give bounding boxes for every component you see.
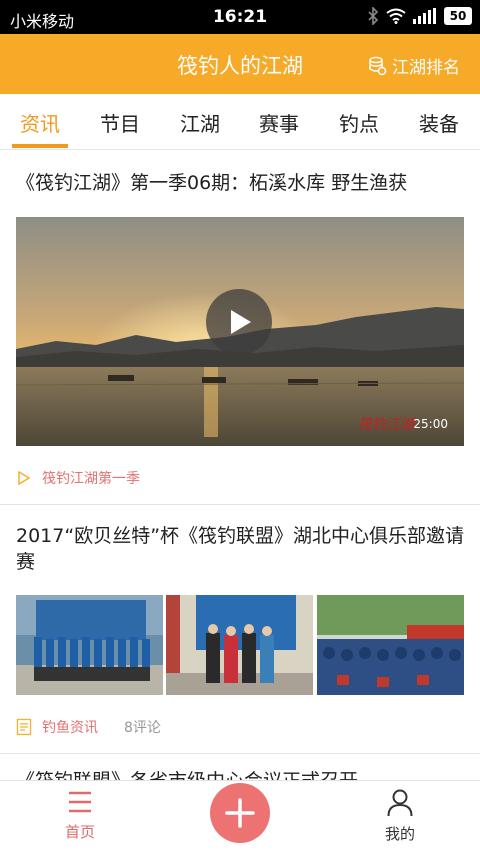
article-title[interactable]: 《筏钓江湖》第一季06期：柘溪水库 野生渔获 — [16, 170, 468, 196]
group-photo-image — [16, 595, 163, 695]
rank-icon — [369, 56, 387, 75]
add-post-button[interactable] — [210, 783, 270, 843]
tab-gear[interactable]: 装备 — [419, 108, 459, 137]
wifi-icon — [386, 8, 406, 24]
active-tab-indicator — [12, 144, 68, 148]
video-thumbnail[interactable]: 筏钓江湖 25:00 — [16, 217, 464, 446]
watermark: 筏钓江湖 — [358, 417, 414, 433]
divider — [0, 504, 480, 505]
bottom-navigation: 首页 我的 — [0, 780, 480, 853]
plus-icon — [225, 798, 255, 828]
article-title[interactable]: 《筏钓联盟》各省市级中心会议正式召开 — [16, 768, 468, 780]
article-meta: 钓鱼资讯 8评论 — [16, 717, 161, 737]
user-icon — [387, 789, 413, 817]
video-tag-icon — [18, 470, 31, 486]
article-tag-icon — [16, 718, 32, 736]
category-tabs: 资讯 节目 江湖 赛事 钓点 装备 — [0, 94, 480, 150]
play-button[interactable] — [206, 289, 272, 355]
bluetooth-icon — [368, 7, 379, 25]
signal-icon — [413, 8, 436, 24]
status-icons: 50 — [366, 7, 472, 25]
home-icon — [69, 791, 91, 813]
video-duration: 25:00 — [413, 417, 448, 431]
category-tag[interactable]: 钓鱼资讯 — [42, 717, 98, 737]
tab-spots[interactable]: 钓点 — [339, 108, 379, 137]
category-tag[interactable]: 筏钓江湖第一季 — [42, 468, 140, 488]
play-icon — [231, 310, 251, 334]
tab-news[interactable]: 资讯 — [20, 108, 60, 137]
nav-home-label: 首页 — [64, 823, 95, 841]
tab-events[interactable]: 赛事 — [259, 108, 299, 137]
article-title[interactable]: 2017“欧贝丝特”杯《筏钓联盟》湖北中心俱乐部邀请赛 — [16, 523, 468, 575]
app-header: 筏钓人的江湖 江湖排名 — [0, 34, 480, 94]
rank-label: 江湖排名 — [392, 58, 460, 78]
article-meta: 筏钓江湖第一季 — [16, 468, 140, 488]
nav-home[interactable]: 首页 — [40, 789, 120, 842]
article-photo[interactable] — [16, 595, 163, 695]
status-bar: 小米移动 16:21 50 — [0, 0, 480, 34]
battery-indicator: 50 — [444, 7, 472, 25]
tab-jianghu[interactable]: 江湖 — [180, 108, 220, 137]
article-photo[interactable] — [166, 595, 313, 695]
article-photo[interactable] — [317, 595, 464, 695]
divider — [0, 753, 480, 754]
nav-me-label: 我的 — [384, 825, 415, 843]
news-feed[interactable]: 《筏钓江湖》第一季06期：柘溪水库 野生渔获 筏钓江湖 25:00 筏钓江湖第一… — [0, 150, 480, 780]
award-photo-image — [166, 595, 313, 695]
rank-button[interactable]: 江湖排名 — [367, 53, 460, 78]
comment-count[interactable]: 8评论 — [124, 717, 161, 737]
nav-me[interactable]: 我的 — [360, 789, 440, 844]
tab-programs[interactable]: 节目 — [100, 108, 140, 137]
audience-photo-image — [317, 595, 464, 695]
